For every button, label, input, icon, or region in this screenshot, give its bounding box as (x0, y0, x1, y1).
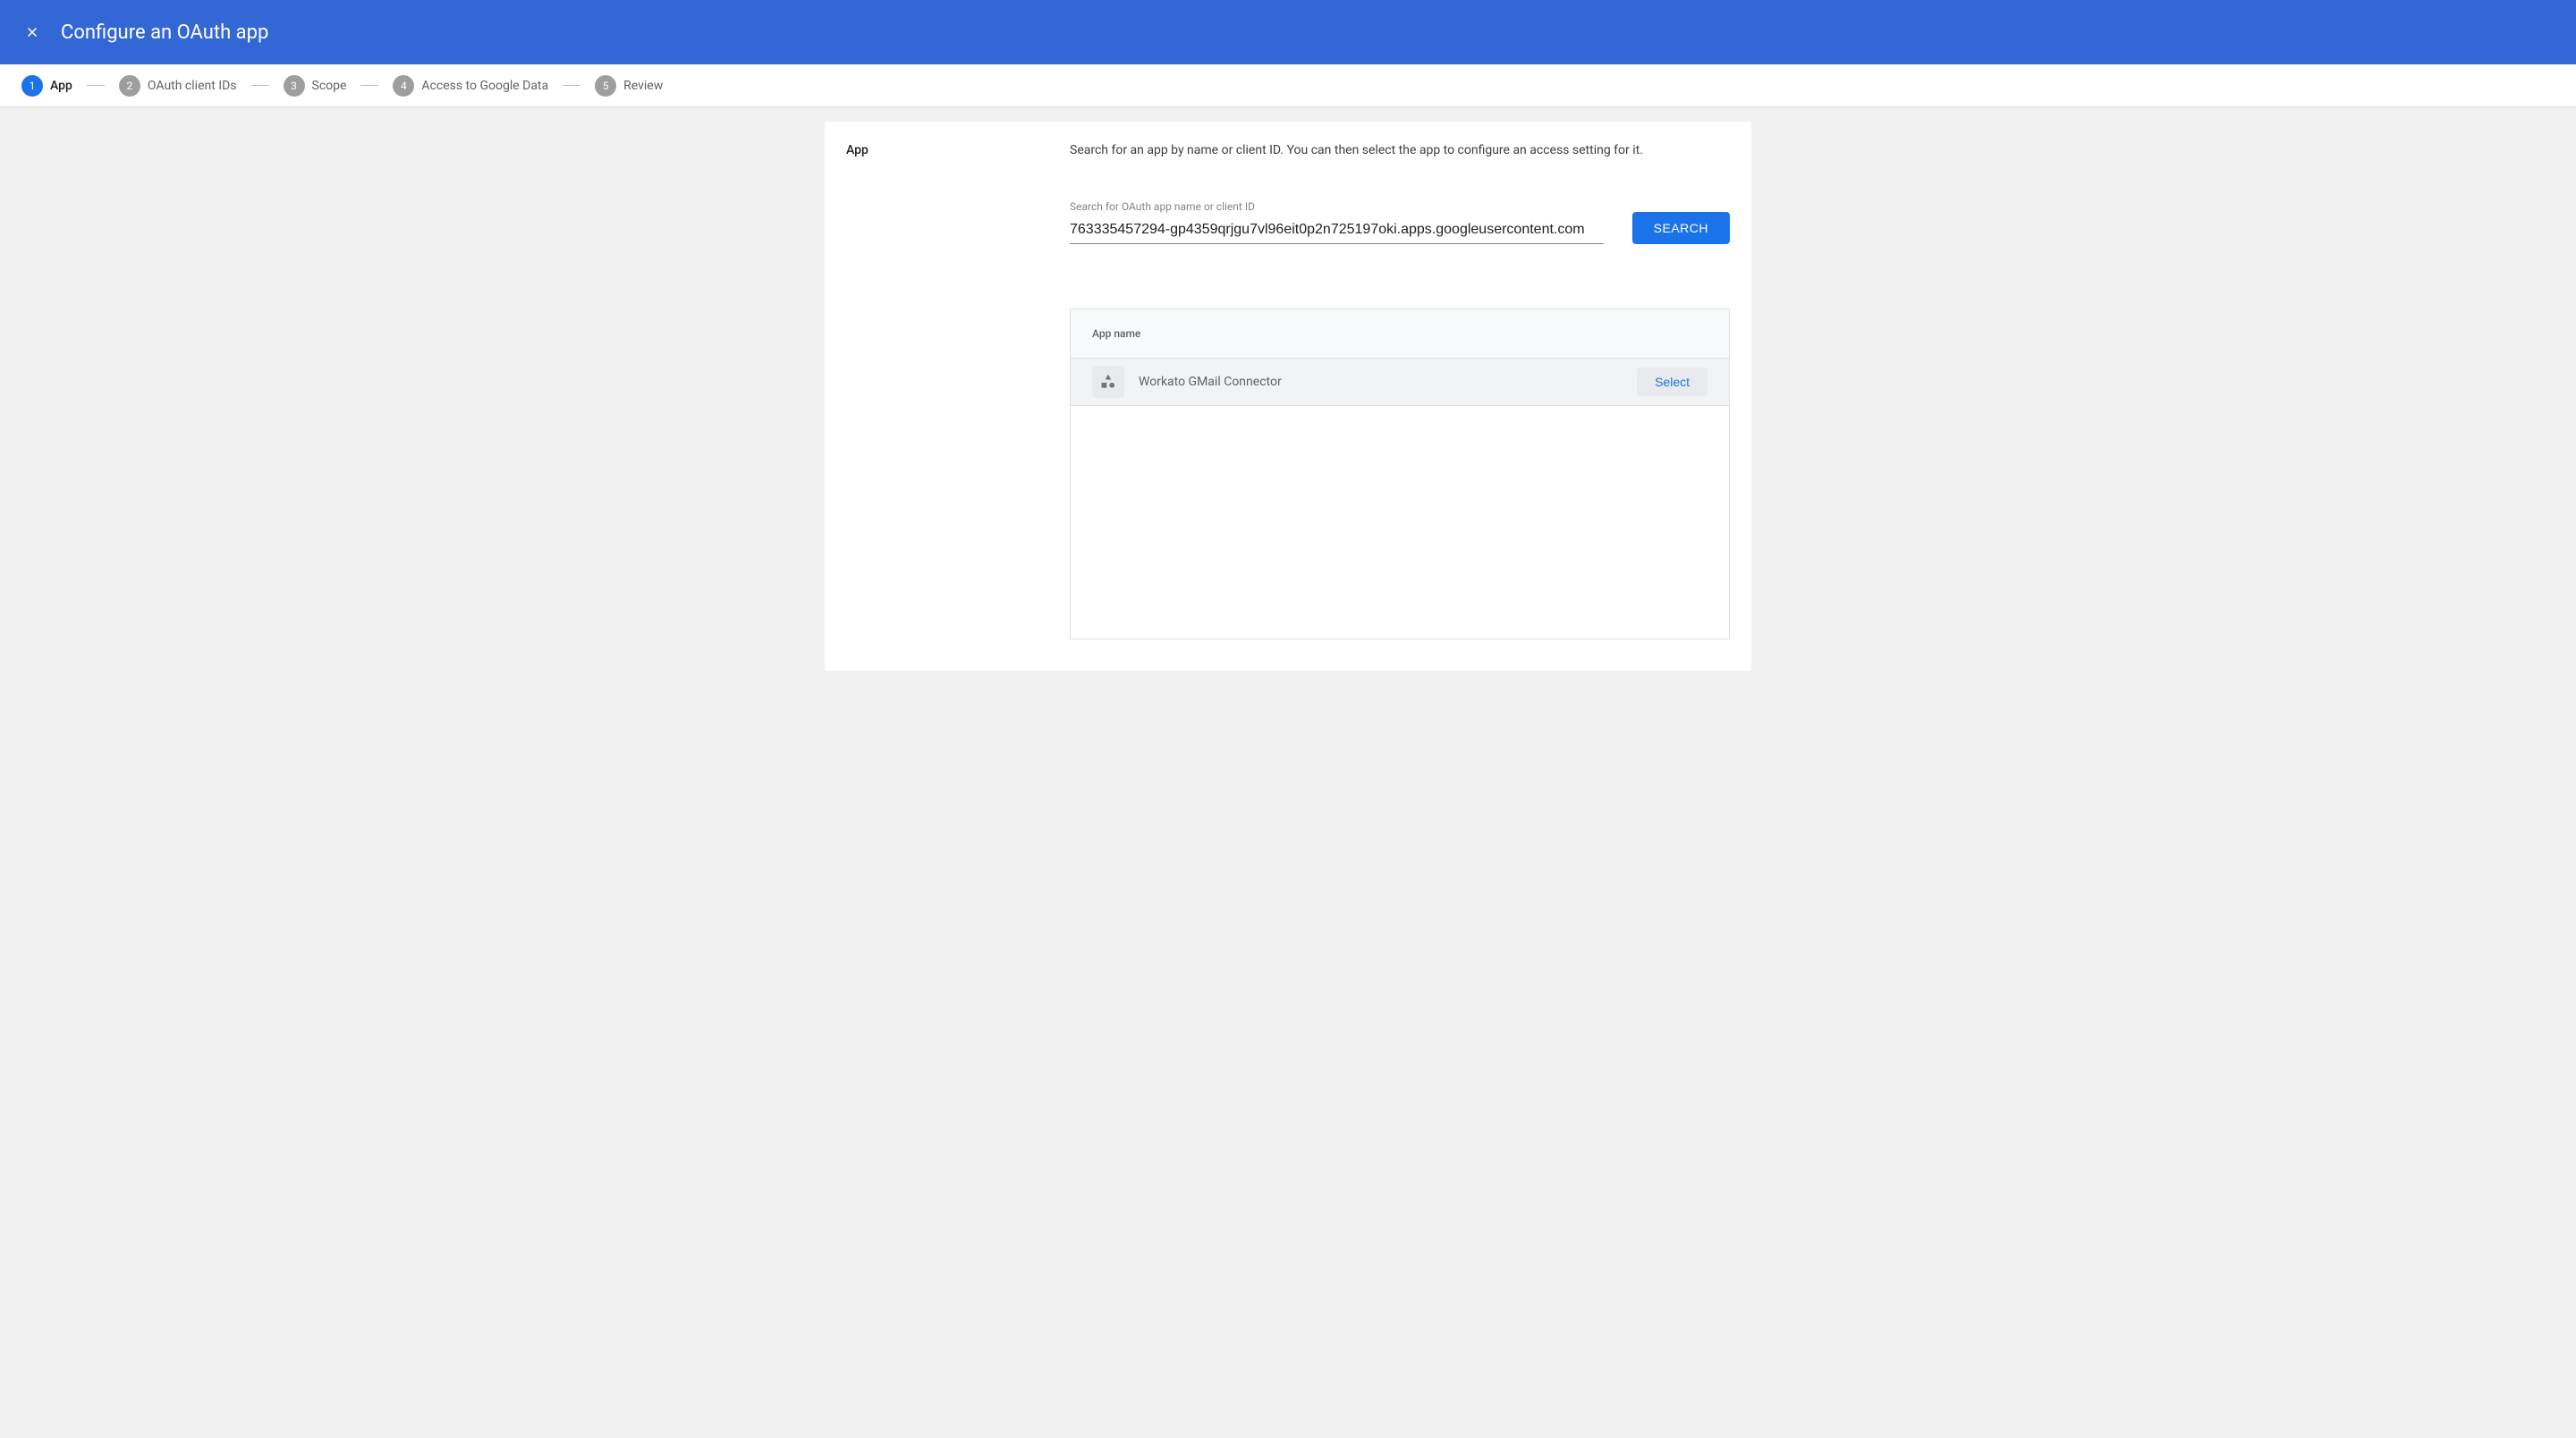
step-divider (87, 85, 105, 86)
step-number: 1 (21, 75, 43, 97)
search-input[interactable] (1070, 216, 1604, 244)
close-button[interactable] (21, 21, 43, 43)
step-oauth-client-ids[interactable]: 2 OAuth client IDs (119, 75, 237, 97)
header-bar: Configure an OAuth app (0, 0, 2576, 64)
step-label: OAuth client IDs (148, 79, 237, 93)
step-number: 2 (119, 75, 140, 97)
step-divider (563, 85, 580, 86)
table-header: App name (1071, 309, 1729, 359)
select-button[interactable]: Select (1637, 368, 1707, 396)
step-scope[interactable]: 3 Scope (284, 75, 347, 97)
step-divider (360, 85, 378, 86)
section-title: App (846, 143, 1055, 157)
table-row: Workato GMail Connector Select (1071, 359, 1729, 406)
stepper: 1 App 2 OAuth client IDs 3 Scope 4 Acces… (0, 64, 2576, 107)
step-label: App (50, 79, 72, 93)
card-left: App (846, 143, 1070, 649)
step-label: Review (623, 79, 663, 93)
card-right: Search for an app by name or client ID. … (1070, 143, 1730, 649)
close-icon (24, 24, 40, 40)
step-number: 3 (284, 75, 305, 97)
main-container: App Search for an app by name or client … (0, 107, 2576, 685)
step-label: Access to Google Data (421, 79, 548, 93)
step-number: 4 (393, 75, 414, 97)
content-card: App Search for an app by name or client … (825, 122, 1751, 671)
search-row: Search for OAuth app name or client ID S… (1070, 200, 1730, 244)
search-label: Search for OAuth app name or client ID (1070, 200, 1604, 213)
step-label: Scope (312, 79, 347, 93)
page-title: Configure an OAuth app (61, 21, 268, 44)
shapes-icon (1099, 373, 1117, 391)
step-review[interactable]: 5 Review (595, 75, 663, 97)
step-divider (251, 85, 269, 86)
description-text: Search for an app by name or client ID. … (1070, 143, 1730, 157)
app-name: Workato GMail Connector (1139, 375, 1637, 389)
step-app[interactable]: 1 App (21, 75, 72, 97)
search-button[interactable]: SEARCH (1632, 212, 1730, 244)
search-field: Search for OAuth app name or client ID (1070, 200, 1604, 244)
app-icon-container (1092, 366, 1124, 398)
step-number: 5 (595, 75, 616, 97)
step-access-google-data[interactable]: 4 Access to Google Data (393, 75, 548, 97)
results-table: App name Workato GMail Connector Select (1070, 309, 1730, 639)
